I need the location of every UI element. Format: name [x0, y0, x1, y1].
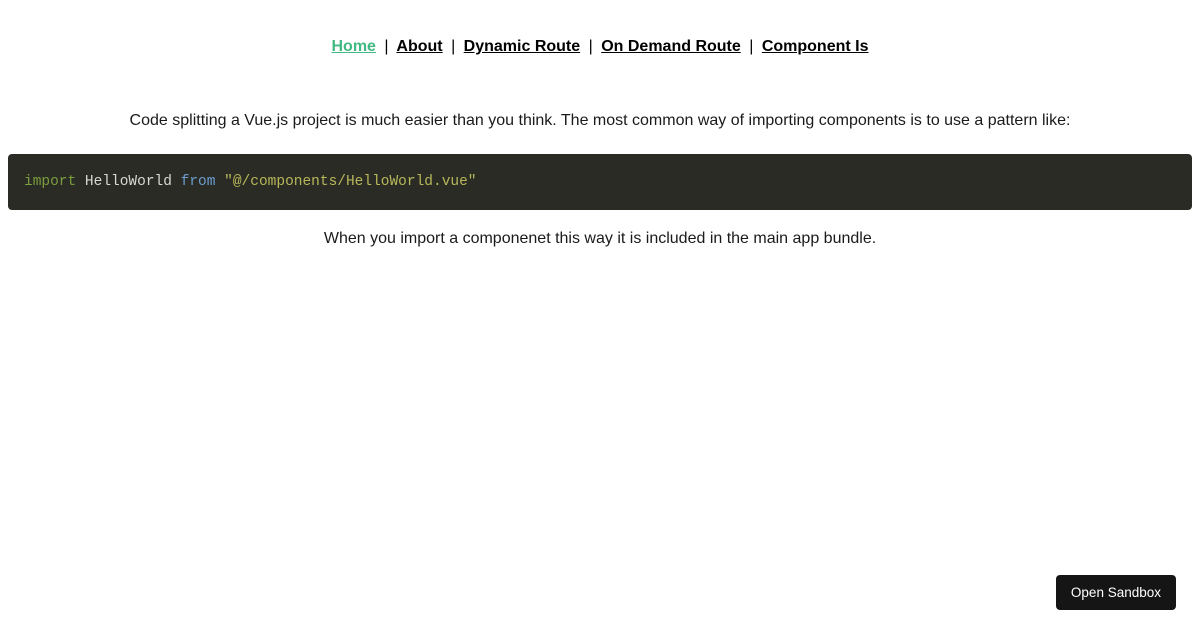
- nav-link-component-is[interactable]: Component Is: [762, 38, 869, 55]
- main-content: Code splitting a Vue.js project is much …: [0, 56, 1200, 248]
- after-text: When you import a componenet this way it…: [0, 230, 1200, 248]
- code-string: "@/components/HelloWorld.vue": [215, 174, 476, 190]
- open-sandbox-button[interactable]: Open Sandbox: [1056, 575, 1176, 610]
- nav-link-about[interactable]: About: [396, 38, 442, 55]
- nav-separator: |: [589, 38, 593, 55]
- nav-separator: |: [384, 38, 388, 55]
- nav-link-on-demand-route[interactable]: On Demand Route: [601, 38, 741, 55]
- top-nav: Home | About | Dynamic Route | On Demand…: [0, 0, 1200, 56]
- code-block: import HelloWorld from "@/components/Hel…: [8, 154, 1192, 210]
- code-keyword-from: from: [181, 174, 216, 190]
- nav-separator: |: [451, 38, 455, 55]
- code-keyword-import: import: [24, 174, 76, 190]
- nav-separator: |: [749, 38, 753, 55]
- code-identifier: HelloWorld: [76, 174, 180, 190]
- intro-text: Code splitting a Vue.js project is much …: [0, 112, 1200, 130]
- nav-link-home[interactable]: Home: [331, 38, 375, 55]
- nav-link-dynamic-route[interactable]: Dynamic Route: [464, 38, 580, 55]
